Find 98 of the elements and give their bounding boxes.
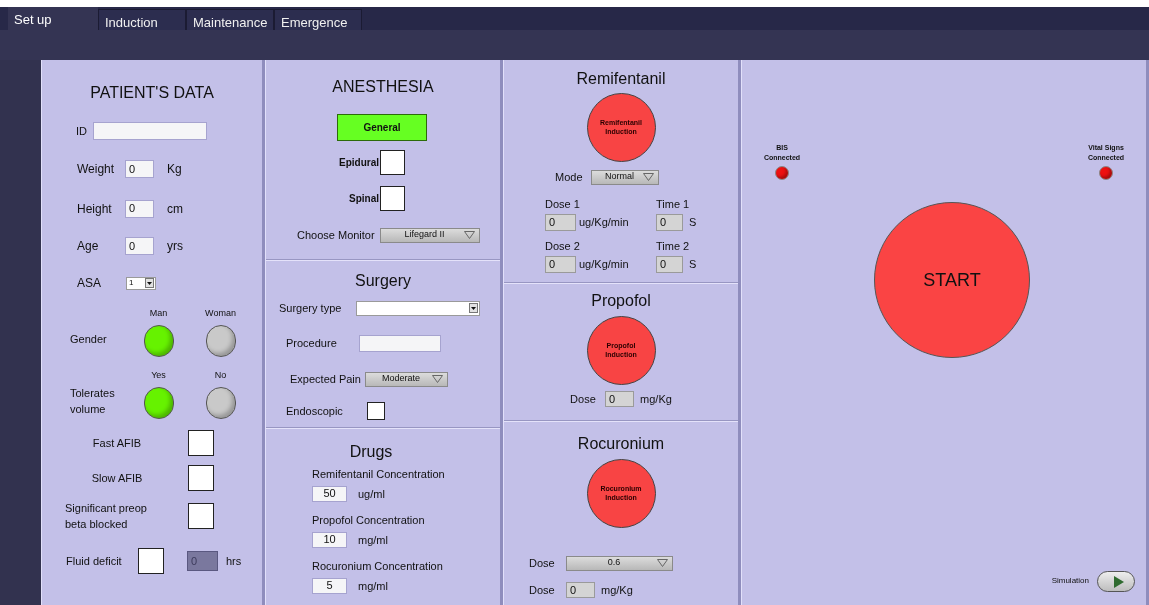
input-field[interactable]: 50 [312,485,347,502]
play-icon [1114,575,1124,588]
unit-label: ug/Kg/min [579,256,629,272]
field-label: Surgery type [279,300,343,316]
field-label: Choose Monitor [297,227,376,243]
panel-title: PATIENT'S DATA [90,83,214,103]
option-label: Woman [205,307,236,321]
toggle-label: Simulation [1051,575,1089,587]
panel-title: ANESTHESIA [332,77,434,97]
input-field[interactable]: 0 [566,582,595,598]
tab[interactable]: Emergence [274,9,362,32]
caret-icon [432,375,443,383]
option-label: Yes [151,369,166,383]
checkbox[interactable] [380,185,405,211]
unit-label: hrs [226,553,242,569]
field-label: Age [77,238,100,255]
input-field[interactable]: 0 [656,255,683,273]
dropdown[interactable]: Lifegard II [380,227,480,243]
option-label: Man [149,307,168,321]
tab[interactable]: Set up [8,7,98,30]
dropdown[interactable]: 1 [126,276,156,290]
field-label: Mode [555,169,584,185]
field-label: Time 1 [656,197,691,212]
field-label: Gender [70,332,108,347]
general-button[interactable]: General [337,113,427,141]
field-label: Height [77,200,113,218]
field-label: Dose [529,582,556,598]
field-label: Epidural [339,155,379,170]
section-title: Surgery [355,271,411,291]
start-button[interactable]: START [874,202,1030,358]
field-label: Time 2 [656,239,691,254]
caret-icon [469,303,478,313]
field-label: Tolerates volume [70,386,116,417]
field-label: Remifentanil Concentration [312,467,446,482]
checkbox[interactable] [380,149,405,175]
checkbox[interactable] [188,465,214,491]
caret-icon [643,173,654,181]
checkbox[interactable] [367,402,385,420]
toggle-button[interactable] [205,324,236,357]
input-field[interactable]: 0 [545,213,576,231]
input-field[interactable] [93,122,207,140]
field-label: Dose [529,555,556,571]
caret-icon [657,559,668,567]
section-title: Remifentanil [576,69,666,89]
unit-label: mg/Kg [601,582,633,598]
input-field[interactable]: 0 [605,391,635,407]
input-field[interactable]: 0 [125,199,154,218]
unit-label: S [689,214,697,230]
input-field[interactable] [359,334,441,352]
input-field[interactable]: 10 [312,531,347,548]
unit-label: mg/ml [358,578,388,594]
unit-label: cm [167,200,183,218]
field-label: Fluid deficit [66,553,123,569]
checkbox[interactable] [188,429,214,456]
caret-icon [145,278,154,288]
field-label: Weight [77,161,116,178]
section-title: Drugs [349,441,393,462]
dropdown[interactable]: Normal [591,169,659,185]
unit-label: ug/Kg/min [579,214,629,230]
input-field[interactable]: 0 [656,213,683,231]
caret-icon [464,231,475,239]
tab[interactable]: Induction [98,9,186,32]
field-label: Spinal [349,191,379,206]
toggle-button[interactable] [143,386,174,419]
field-label: Dose [570,391,597,407]
dropdown[interactable] [356,300,480,316]
input-field[interactable]: 0 [125,160,154,178]
unit-label: S [689,256,697,272]
field-label: Slow AFIB [91,471,143,486]
option-label: No [214,369,227,383]
dropdown[interactable]: 0.6 [566,555,673,571]
field-label: Dose 2 [545,239,581,254]
field-label: Significant preop beta blocked [65,501,148,532]
field-label: Fast AFIB [92,435,142,451]
field-label: Procedure [286,335,338,351]
input-field[interactable]: 5 [312,577,347,594]
section-title: Rocuronium [577,434,665,454]
unit-label: mg/ml [358,532,388,548]
field-label: Propofol Concentration [312,513,426,528]
tab[interactable]: Maintenance [186,9,274,32]
unit-label: yrs [167,238,183,255]
input-field[interactable]: 0 [545,255,576,273]
input-field[interactable]: 0 [125,237,154,255]
toggle-switch[interactable] [1097,571,1135,592]
unit-label: Kg [167,161,182,178]
checkbox[interactable] [188,503,214,529]
field-label: Endoscopic [286,403,344,419]
field-label: Rocuronium Concentration [312,559,444,574]
toggle-button[interactable] [205,386,236,419]
unit-label: mg/Kg [640,391,672,407]
toggle-button[interactable] [143,324,174,357]
field-label: Dose 1 [545,197,581,212]
field-label: ASA [77,275,102,292]
field-label: ID [76,123,87,139]
section-title: Propofol [591,291,651,311]
field-label: Expected Pain [290,371,362,387]
unit-label: ug/ml [358,486,385,502]
dropdown[interactable]: Moderate [365,371,448,387]
